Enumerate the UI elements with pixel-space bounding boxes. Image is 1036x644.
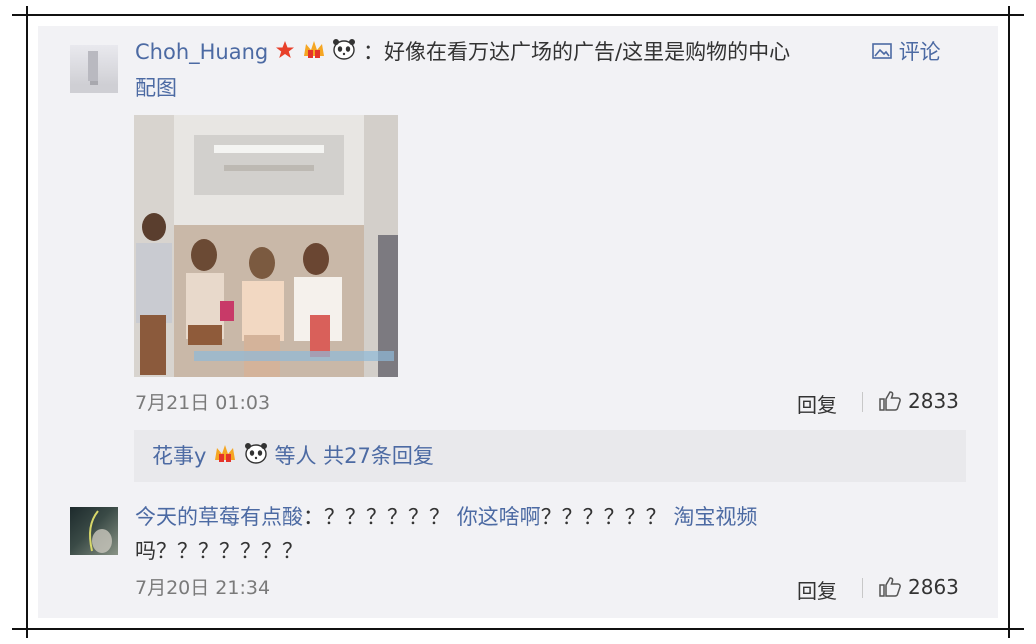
like-icon[interactable] [878,576,902,602]
crown-badge-icon [213,442,237,472]
like-count: 2863 [908,575,959,599]
comment-separator: ： [303,505,324,529]
view-picture-label-2[interactable]: 配图 [135,73,177,103]
comment-separator: ： [363,40,384,64]
like-count: 2833 [908,389,959,413]
comment-time: 7月20日 21:34 [135,577,271,599]
reply-username-link[interactable]: 花事y [152,444,206,468]
comment-time: 7月21日 01:03 [135,392,271,414]
like-icon[interactable] [878,390,902,416]
replies-summary-line[interactable]: 花事y 等人 共27条回复 [152,441,434,472]
reply-button[interactable]: 回复 [797,389,837,418]
frame-top-line [12,14,1024,16]
reply-button[interactable]: 回复 [797,575,837,604]
avatar[interactable] [70,45,118,93]
star-icon [275,38,295,68]
comment-text-line2: 吗？？？？？？？ [135,539,303,563]
comment-text: ？？？？？？ [324,505,450,529]
frame-right-line [1008,6,1010,638]
crown-badge-icon [302,38,326,68]
comment-link[interactable]: 淘宝视频 [673,505,757,529]
image-icon [872,38,892,68]
frame-left-line [26,6,28,638]
avatar[interactable] [70,507,118,555]
comment-line: 今天的草莓有点酸：？？？？？？ 你这啥啊？？？？？？ 淘宝视频 [135,502,757,532]
frame-bottom-line [12,628,1024,630]
panda-icon [244,442,268,472]
replies-count-link[interactable]: 等人 共27条回复 [275,444,434,468]
panda-icon [332,38,356,68]
comment-text: 好像在看万达广场的广告/这里是购物的中心 [384,40,791,64]
view-picture-link[interactable]: 评论 [872,37,941,68]
view-picture-label[interactable]: 评论 [899,40,941,64]
username-link[interactable]: Choh_Huang [135,40,268,64]
comment-link[interactable]: 你这啥啊 [457,505,541,529]
comment-text: ？？？？？？ [540,505,667,529]
action-divider [862,578,863,598]
action-divider [862,392,863,412]
comment-image[interactable] [134,115,398,377]
comment-line: Choh_Huang ：好像在看万达广场的广告/这里是购物的中心 [135,37,790,68]
username-link[interactable]: 今天的草莓有点酸 [135,505,303,529]
